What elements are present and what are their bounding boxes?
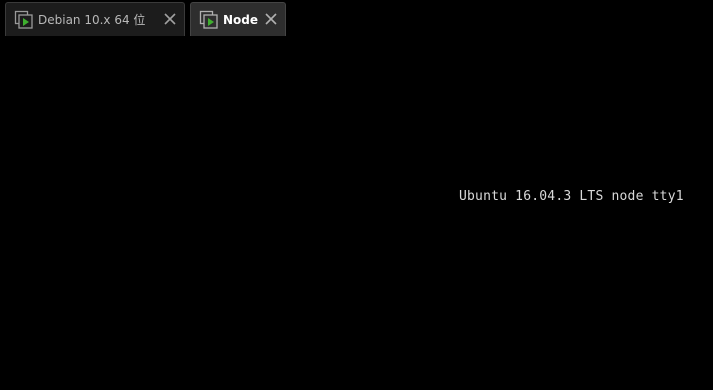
console-login-banner: Ubuntu 16.04.3 LTS node tty1 xyxy=(459,189,684,204)
close-icon[interactable] xyxy=(264,12,278,26)
tab-label: Debian 10.x 64 位 xyxy=(38,13,146,27)
tab-label: Node xyxy=(223,12,259,27)
tab-node[interactable]: Node xyxy=(190,2,286,36)
close-icon[interactable] xyxy=(163,12,177,26)
vm-play-icon xyxy=(199,10,219,30)
tab-debian[interactable]: Debian 10.x 64 位 xyxy=(5,2,185,36)
vm-console[interactable]: Ubuntu 16.04.3 LTS node tty1 xyxy=(0,36,713,390)
vm-play-icon xyxy=(14,10,34,30)
tab-bar: Debian 10.x 64 位 Node xyxy=(0,0,713,36)
